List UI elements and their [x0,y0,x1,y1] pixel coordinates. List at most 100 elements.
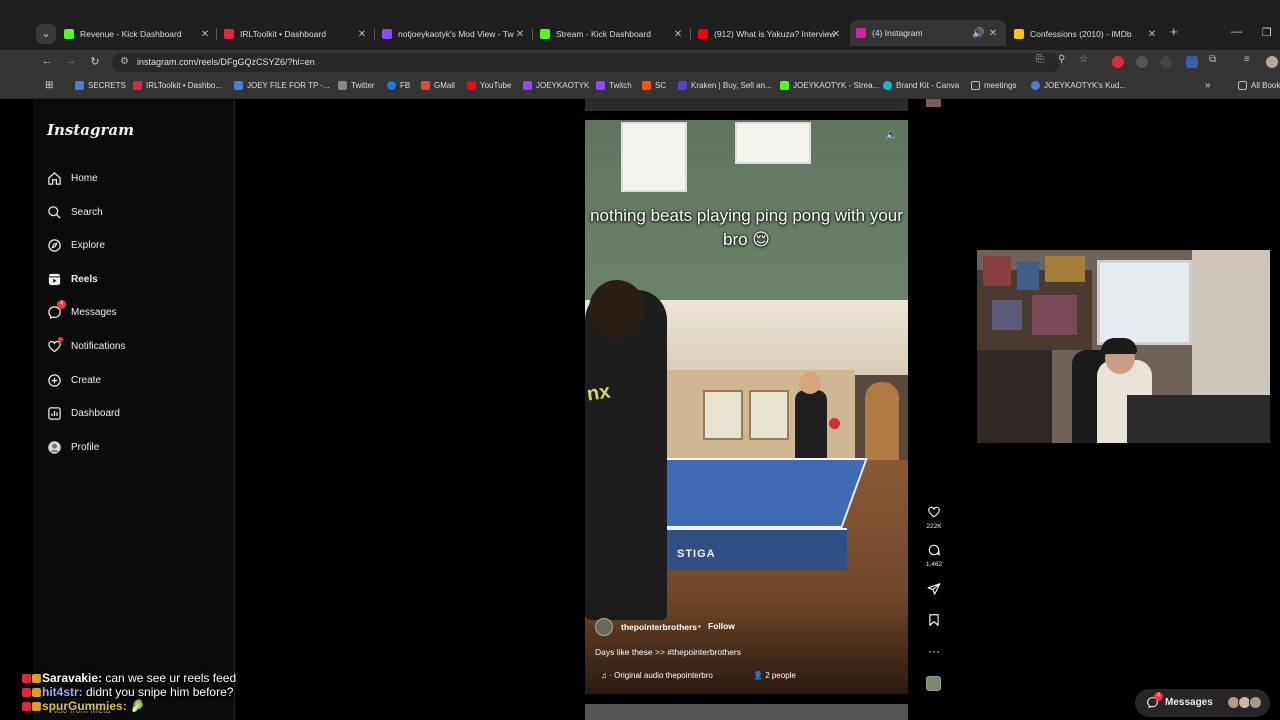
instagram-logo[interactable]: Instagram [47,121,134,139]
save-button[interactable] [923,613,945,630]
more-bookmarks-icon[interactable]: » [1205,80,1211,91]
volume-icon[interactable]: 🔈 [886,130,898,141]
bookmark-irltoolkit[interactable]: IRLToolkit • Dashbo... [133,81,222,90]
tab-irltoolkit[interactable]: IRLToolkit • Dashboard ✕ [224,24,367,44]
close-icon[interactable]: ✕ [673,29,683,40]
new-tab-button[interactable]: + [1170,24,1178,39]
close-icon[interactable]: ✕ [831,29,841,40]
extension-icon[interactable] [1112,56,1124,68]
reel-author-username[interactable]: thepointerbrothers [621,622,697,632]
shirt-print-text: nx [585,380,612,406]
browser-tab-bar: ⌄ Revenue - Kick Dashboard ✕ IRLToolkit … [0,0,1280,50]
tab-youtube-yakuza[interactable]: (912) What is Yakuza? Interview ✕ [698,24,841,44]
chat-badge-icon [22,702,31,712]
sidebar-item-explore[interactable]: Explore [46,235,105,255]
messages-badge: 4 [57,300,66,309]
youtube-icon [698,29,708,39]
reel-author-avatar[interactable] [595,618,613,636]
profile-avatar-icon[interactable] [1266,56,1278,68]
bookmarks-bar: ⊞ SECRETS IRLToolkit • Dashbo... JOEY FI… [0,75,1280,99]
bookmark-twitch[interactable]: Twitch [596,81,632,90]
bookmark-kudos[interactable]: JOEYKAOTYK's Kud... [1031,81,1126,90]
bookmark-meetings[interactable]: meetings [971,81,1016,90]
forward-arrow-icon[interactable]: → [64,55,78,67]
tab-imdb[interactable]: Confessions (2010) - IMDb ✕ [1014,24,1157,44]
chat-badge-icon [32,702,41,712]
stream-chat-overlay: Saravakie: can we see ur reels feed hit4… [22,671,352,713]
close-icon[interactable]: ✕ [988,28,998,39]
close-icon[interactable]: ✕ [357,29,367,40]
zoom-icon[interactable]: ⚲ [1058,54,1065,65]
webcam-scene-window [1097,260,1192,345]
previous-reel[interactable] [585,99,908,111]
sidebar-item-create[interactable]: Create [46,370,101,390]
tab-instagram[interactable]: (4) Instagram 🔊 ✕ [850,20,1006,46]
minimize-button[interactable]: — [1231,26,1242,38]
messages-badge: 4 [1154,692,1163,701]
apps-grid-icon[interactable]: ⊞ [45,80,53,91]
tab-divider [374,28,375,40]
close-icon[interactable]: ✕ [1147,29,1157,40]
tab-twitch-modview[interactable]: notjoeykaotyk's Mod View - Tw ✕ [382,24,525,44]
x-logo-icon [338,81,347,90]
bookmark-star-icon[interactable]: ☆ [1079,54,1088,65]
sidebar-item-home[interactable]: Home [46,168,98,188]
share-button[interactable] [923,582,945,599]
bookmark-twitter[interactable]: Twitter [338,81,375,90]
bookmark-gmail[interactable]: GMail [421,81,455,90]
facebook-icon [387,81,396,90]
like-button[interactable]: 222K [923,505,945,530]
sidebar-item-reels[interactable]: Reels [46,269,98,289]
bookmark-sc[interactable]: SC [642,81,666,90]
follow-button[interactable]: Follow [708,621,735,631]
next-reel[interactable] [585,704,908,720]
bookmark-youtube[interactable]: YouTube [467,81,511,90]
tab-stream-kick[interactable]: Stream - Kick Dashboard ✕ [540,24,683,44]
close-icon[interactable]: ✕ [200,29,210,40]
close-icon[interactable]: ✕ [515,29,525,40]
reload-icon[interactable]: ↻ [88,55,102,68]
sidebar-item-messages[interactable]: 4 Messages [46,300,117,322]
instagram-icon [856,28,866,38]
webcam-scene-poster [1017,262,1039,290]
audio-thumbnail[interactable] [926,676,941,691]
sidebar-item-notifications[interactable]: Notifications [46,336,125,356]
comment-button[interactable]: 1,462 [923,543,945,568]
extension-icon[interactable] [1160,56,1172,68]
tab-search-button[interactable]: ⌄ [36,24,56,44]
bookmark-fb[interactable]: FB [387,81,410,90]
reel-video[interactable]: STIGA nx nothing beats playing ping pong… [585,120,908,694]
address-bar[interactable]: ⚙ instagram.com/reels/DFgGQzCSYZ6/?hl=en [112,53,1060,72]
bookmark-secrets[interactable]: SECRETS [75,81,126,90]
reel-scene-paddle [829,418,840,429]
heart-icon [46,337,63,354]
install-app-icon[interactable]: ⎘ [1036,54,1044,65]
restore-button[interactable]: ❐ [1262,26,1272,39]
bookmark-joeykaotyk[interactable]: JOEYKAOTYK [523,81,589,90]
sidebar-item-profile[interactable]: Profile [46,437,99,457]
site-info-icon[interactable]: ⚙ [120,56,129,67]
url-text[interactable]: instagram.com/reels/DFgGQzCSYZ6/?hl=en [137,57,315,67]
irltoolkit-icon [224,29,234,39]
extension-icon[interactable] [1136,56,1148,68]
reel-description[interactable]: Days like these >> #thepointerbrothers [595,647,741,657]
instagram-sidebar: Instagram Home Search Explore Reels 4 Me… [33,99,235,720]
bookmark-joeykaotyk-stream[interactable]: JOEYKAOTYK - Strea... [780,81,879,90]
reel-tagged-people[interactable]: 👤 2 people [753,671,796,680]
media-controls-icon[interactable]: ≡ [1244,54,1250,65]
back-arrow-icon[interactable]: ← [40,55,54,67]
previous-audio-thumbnail[interactable] [926,99,941,107]
calendar-extension-icon[interactable] [1186,56,1198,68]
bookmark-canva[interactable]: Brand Kit - Canva [883,81,959,90]
all-bookmarks-folder[interactable]: All Bookmarks [1238,81,1280,90]
more-options-icon[interactable]: ··· [923,644,945,658]
tab-revenue-kick[interactable]: Revenue - Kick Dashboard ✕ [64,24,210,44]
bookmark-joey-file[interactable]: JOEY FILE FOR TP -... [234,81,330,90]
messages-floating-button[interactable]: 4 Messages [1135,689,1270,717]
speaker-icon[interactable]: 🔊 [972,28,984,39]
reel-audio-link[interactable]: ♫ · Original audio thepointerbro [601,671,713,680]
sidebar-item-dashboard[interactable]: Dashboard [46,403,120,423]
sidebar-item-search[interactable]: Search [46,202,103,222]
bookmark-kraken[interactable]: Kraken | Buy, Sell an... [678,81,772,90]
extensions-puzzle-icon[interactable]: ⧉ [1209,54,1216,65]
